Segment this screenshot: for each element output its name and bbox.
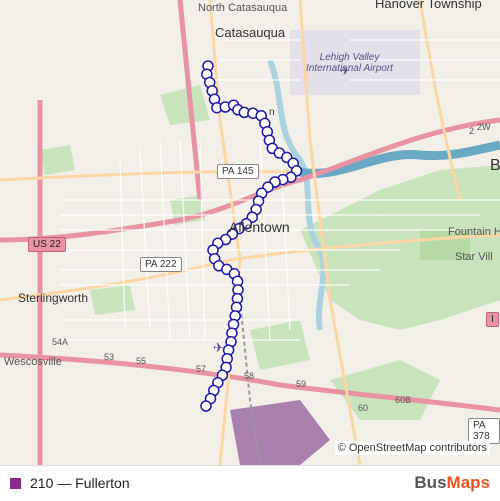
shield-pa145: PA 145: [217, 164, 259, 179]
exit-label-58: 58: [244, 371, 255, 381]
route-color-swatch: [10, 478, 21, 489]
place-label-wescosville: Wescosville: [4, 356, 62, 368]
place-label-allentown: Allentown: [229, 219, 290, 235]
place-label-catasauqua: Catasauqua: [215, 25, 286, 40]
place-label-fountain-hill: Fountain Hil: [448, 226, 500, 238]
brand-part-2: Maps: [446, 473, 490, 492]
place-label-sterlingworth: Sterlingworth: [18, 291, 89, 305]
exit-label-55: 55: [136, 356, 147, 366]
place-label-star-village: Star Vill: [455, 251, 493, 263]
map-attribution[interactable]: © OpenStreetMap contributors: [334, 441, 490, 455]
exit-label-59: 59: [296, 379, 307, 389]
place-label-north-catasauqua: North Catasauqua: [198, 2, 288, 14]
shield-i78: I: [486, 312, 499, 327]
exit-label-2w: 2W: [477, 122, 491, 132]
route-name-label[interactable]: 210 — Fullerton: [30, 475, 130, 491]
brand-part-1: Bus: [414, 473, 447, 492]
exit-label-60: 60: [358, 403, 369, 413]
busmaps-logo[interactable]: BusMaps: [414, 473, 490, 493]
airport-icon: ✈: [340, 64, 351, 78]
map-view[interactable]: North Catasauqua Catasauqua Hanover Town…: [0, 0, 500, 465]
exit-label-57: 57: [196, 364, 207, 374]
place-label-fragment: n: [269, 107, 275, 118]
shield-pa222: PA 222: [140, 257, 182, 272]
exit-label-2: 2: [469, 126, 475, 136]
exit-label-53: 53: [104, 352, 115, 362]
place-label-bethlehem: B: [490, 157, 500, 174]
exit-label-54a: 54A: [52, 337, 69, 347]
shield-us22: US 22: [28, 237, 66, 252]
route-footer: 210 — Fullerton BusMaps: [0, 465, 500, 501]
place-label-hanover-township: Hanover Township: [375, 0, 482, 11]
airport-icon-queen-city: ✈: [213, 340, 224, 355]
route-stop[interactable]: [200, 400, 212, 412]
exit-label-60b: 60B: [395, 395, 412, 405]
